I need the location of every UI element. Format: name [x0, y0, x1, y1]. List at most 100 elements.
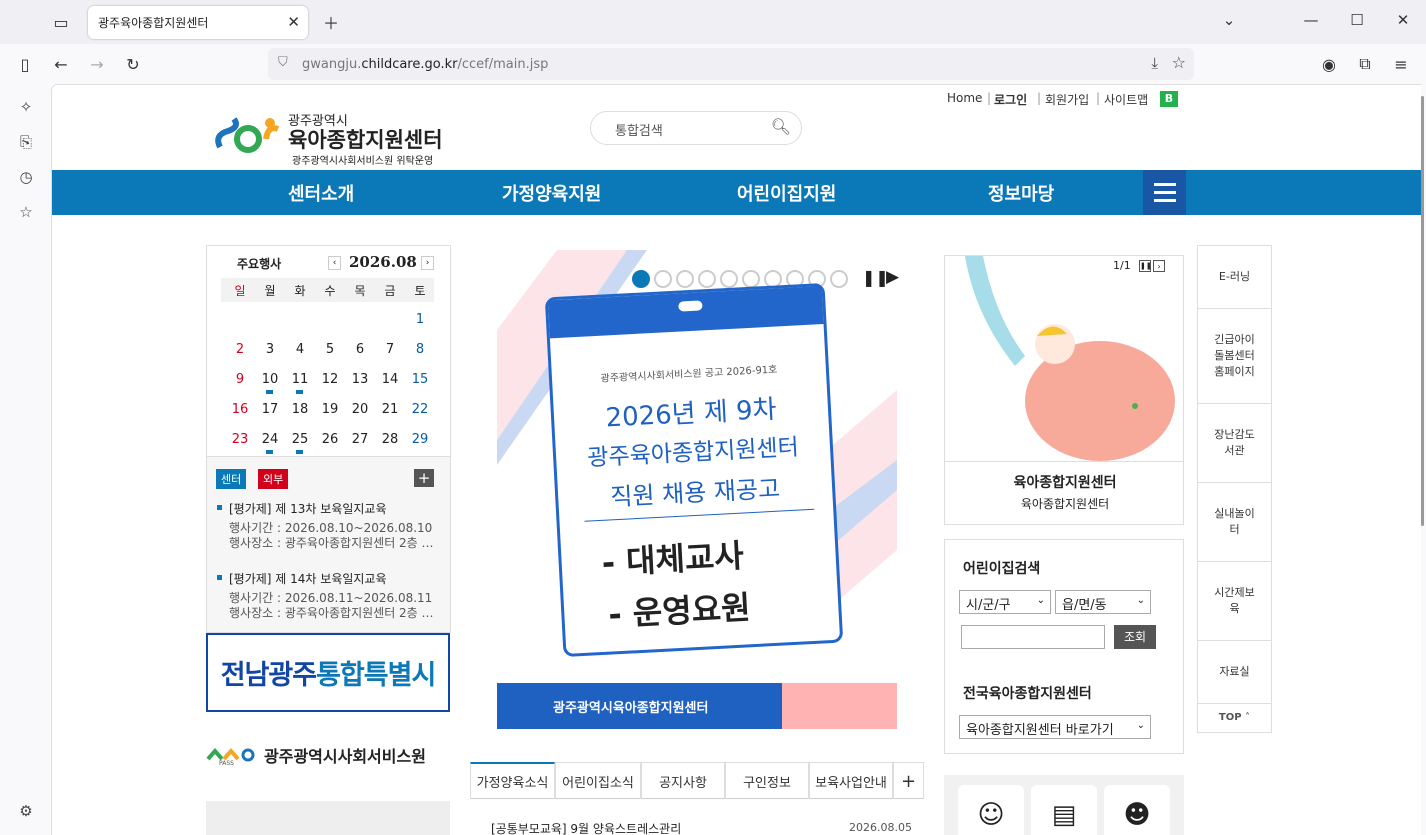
slide-dot[interactable]: [720, 270, 738, 288]
blog-badge[interactable]: B: [1160, 91, 1178, 107]
banner-integrated-city[interactable]: 전남광주 통합특별시: [206, 633, 450, 712]
search-input[interactable]: 통합검색: [615, 124, 663, 139]
right-ad-banner[interactable]: 1/1 ❚❚ › 육아종합지원센터 육아종합지원센터: [944, 255, 1184, 525]
calendar-day[interactable]: 26: [315, 432, 345, 447]
calendar-day[interactable]: 9: [225, 372, 255, 387]
more-plus-icon[interactable]: +: [414, 469, 434, 487]
calendar-day[interactable]: 27: [345, 432, 375, 447]
search-submit-button[interactable]: 조회: [1114, 625, 1156, 649]
quick-emergency-care[interactable]: 긴급아이돌봄센터홈페이지: [1198, 309, 1271, 404]
back-icon[interactable]: ←: [45, 48, 77, 80]
calendar-day[interactable]: 12: [315, 372, 345, 387]
calendar-day[interactable]: 18: [285, 402, 315, 417]
play-icon[interactable]: ▶: [886, 267, 899, 287]
promo-card[interactable]: 광주광역시사회서비스원 공고 2026-91호 2026년 제 9차 광주육아종…: [544, 282, 844, 658]
slide-dot[interactable]: [742, 270, 760, 288]
pass-logo[interactable]: PASS 광주광역시사회서비스원: [206, 745, 426, 771]
sidebar-toggle-icon[interactable]: ▯: [9, 48, 41, 80]
event-title[interactable]: [평가제] 제 13차 보육일지교육: [229, 500, 387, 517]
settings-icon[interactable]: ⚙: [10, 795, 42, 827]
document-icon[interactable]: ▤: [1031, 785, 1097, 835]
calendar-day[interactable]: 23: [225, 432, 255, 447]
news-item[interactable]: [공통부모교육] 9월 양육스트레스관리: [491, 820, 681, 835]
university-banner[interactable]: [206, 801, 450, 835]
menu-icon[interactable]: ≡: [1385, 48, 1417, 80]
new-tab-icon[interactable]: ＋: [315, 6, 347, 38]
prev-month-icon[interactable]: ‹: [328, 256, 341, 270]
calendar-day[interactable]: 16: [225, 402, 255, 417]
reload-icon[interactable]: ↻: [117, 48, 149, 80]
calendar-day[interactable]: 6: [345, 342, 375, 357]
calendar-day[interactable]: 17: [255, 402, 285, 417]
minimize-icon[interactable]: —: [1288, 0, 1334, 40]
calendar-day[interactable]: 2: [225, 342, 255, 357]
eupmyeon-select[interactable]: 읍/면/동 ⌄: [1055, 590, 1151, 614]
next-month-icon[interactable]: ›: [421, 256, 434, 270]
history-icon[interactable]: ◷: [10, 161, 42, 193]
nav-home-parenting[interactable]: 가정양육지원: [502, 180, 601, 206]
tab-childcare-guide[interactable]: 보육사업안내: [809, 762, 893, 799]
badge-center[interactable]: 센터: [216, 469, 247, 489]
counselor-icon[interactable]: ☻: [1104, 785, 1170, 835]
calendar-day[interactable]: 1: [405, 312, 435, 327]
tab-jobs[interactable]: 구인정보: [725, 762, 809, 799]
tab-overflow-icon[interactable]: ⌄: [1206, 0, 1252, 40]
calendar-day[interactable]: 21: [375, 402, 405, 417]
slide-dot[interactable]: [830, 270, 848, 288]
nav-info[interactable]: 정보마당: [988, 180, 1054, 206]
pause-icon[interactable]: ❚❚: [862, 268, 889, 287]
event-title[interactable]: [평가제] 제 14차 보육일지교육: [229, 570, 387, 587]
close-tab-icon[interactable]: ✕: [287, 13, 300, 31]
slide-dot[interactable]: [676, 270, 694, 288]
baby-icon[interactable]: ☺: [958, 785, 1024, 835]
account-icon[interactable]: ◉: [1313, 48, 1345, 80]
forward-icon[interactable]: →: [81, 48, 113, 80]
calendar-day[interactable]: 11: [285, 372, 315, 387]
calendar-day[interactable]: 15: [405, 372, 435, 387]
maximize-icon[interactable]: ☐: [1334, 0, 1380, 40]
calendar-day[interactable]: 29: [405, 432, 435, 447]
calendar-day[interactable]: 20: [345, 402, 375, 417]
address-bar[interactable]: ⛉ gwangju. childcare.go.kr/ccef/main.jsp …: [268, 48, 1194, 80]
ai-icon[interactable]: ✧: [10, 91, 42, 123]
search-icon[interactable]: 🔍︎: [771, 117, 791, 136]
tab-daycare-news[interactable]: 어린이집소식: [555, 762, 641, 799]
calendar-day[interactable]: 13: [345, 372, 375, 387]
nav-daycare-support[interactable]: 어린이집지원: [737, 180, 836, 206]
calendar-day[interactable]: 14: [375, 372, 405, 387]
util-join[interactable]: 회원가입: [1045, 91, 1089, 108]
tab-home-parenting-news[interactable]: 가정양육소식: [470, 762, 555, 799]
calendar-day[interactable]: 5: [315, 342, 345, 357]
close-window-icon[interactable]: ✕: [1380, 0, 1426, 40]
calendar-day[interactable]: 10: [255, 372, 285, 387]
tab-notice[interactable]: 공지사항: [641, 762, 725, 799]
calendar-day[interactable]: 22: [405, 402, 435, 417]
tabs-more-icon[interactable]: +: [893, 762, 924, 799]
extensions-icon[interactable]: ⧉: [1349, 48, 1381, 80]
calendar-day[interactable]: 24: [255, 432, 285, 447]
all-menu-icon[interactable]: [1143, 170, 1186, 215]
daycare-name-input[interactable]: [961, 625, 1105, 649]
calendar-day[interactable]: 3: [255, 342, 285, 357]
browser-tab[interactable]: 광주육아종합지원센터 ✕: [88, 6, 308, 39]
site-search[interactable]: 통합검색 🔍︎: [590, 111, 802, 145]
national-center-select[interactable]: 육아종합지원센터 바로가기 ⌄: [959, 715, 1151, 739]
badge-outer[interactable]: 외부: [258, 469, 289, 489]
quick-indoor-play[interactable]: 실내놀이터: [1198, 483, 1271, 562]
util-home[interactable]: Home: [947, 91, 982, 105]
promo-footer-banner[interactable]: 광주광역시육아종합지원센터: [497, 683, 897, 729]
util-sitemap[interactable]: 사이트맵: [1104, 91, 1148, 108]
slide-dot[interactable]: [632, 270, 650, 288]
calendar-day[interactable]: 8: [405, 342, 435, 357]
sync-icon[interactable]: ⎘: [10, 126, 42, 158]
quick-resources[interactable]: 자료실: [1198, 641, 1271, 704]
ad-pause-icon[interactable]: ❚❚: [1139, 260, 1152, 272]
scroll-thumb[interactable]: [1421, 96, 1424, 526]
ad-next-icon[interactable]: ›: [1153, 260, 1165, 272]
calendar-day[interactable]: 7: [375, 342, 405, 357]
calendar-day[interactable]: 19: [315, 402, 345, 417]
top-button[interactable]: TOP ˄: [1198, 712, 1271, 723]
calendar-day[interactable]: 28: [375, 432, 405, 447]
slide-dot[interactable]: [698, 270, 716, 288]
util-login[interactable]: 로그인: [994, 91, 1027, 108]
